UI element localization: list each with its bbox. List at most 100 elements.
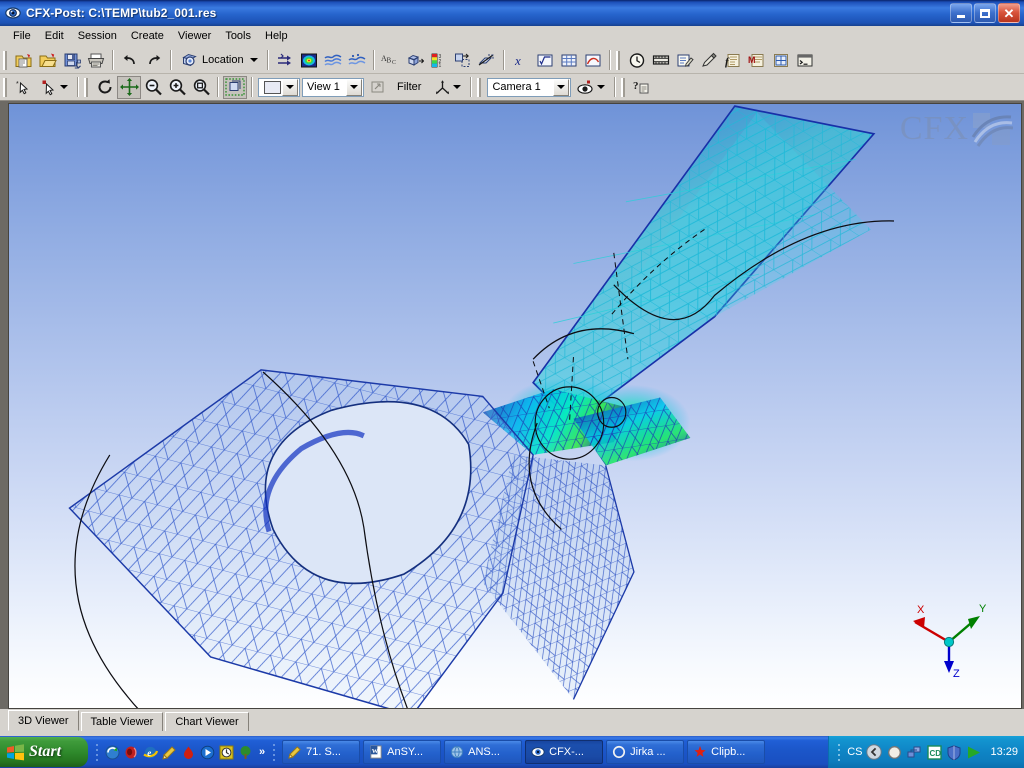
location-menu-button[interactable]: Location — [176, 49, 263, 72]
tab-chart-viewer[interactable]: Chart Viewer — [165, 712, 249, 731]
3d-viewport[interactable]: CFX X Y Z — [8, 103, 1022, 709]
chevron-down-icon[interactable] — [60, 85, 68, 89]
svg-text:1: 1 — [438, 63, 441, 69]
legend-button[interactable]: 3 2 1 — [427, 49, 451, 72]
tray-expand-button[interactable] — [866, 744, 883, 760]
refresh-globe-icon[interactable] — [104, 744, 120, 760]
viewer-toolbar-grip-2[interactable] — [84, 77, 90, 98]
maximize-button[interactable] — [974, 3, 996, 23]
menu-file[interactable]: File — [6, 28, 38, 44]
menu-help[interactable]: Help — [258, 28, 295, 44]
calculator-button[interactable] — [533, 49, 557, 72]
background-color-picker[interactable] — [258, 77, 300, 97]
chevron-down-icon[interactable] — [249, 58, 258, 62]
menu-tools[interactable]: Tools — [218, 28, 258, 44]
command-editor-button[interactable] — [793, 49, 817, 72]
rotate-button[interactable] — [93, 76, 117, 99]
fit-view-button[interactable] — [223, 75, 247, 99]
menu-viewer[interactable]: Viewer — [171, 28, 218, 44]
contour-button[interactable] — [297, 49, 321, 72]
tray-grip[interactable] — [836, 740, 843, 764]
macro-button[interactable]: M — [745, 49, 769, 72]
pick-mode-button[interactable] — [36, 76, 73, 99]
instance-transform-button[interactable] — [451, 49, 475, 72]
tasks-grip[interactable] — [271, 740, 278, 764]
view-select[interactable]: View 1 — [302, 77, 364, 97]
timestep-button[interactable] — [625, 49, 649, 72]
yellow-clock-icon[interactable] — [218, 744, 234, 760]
viewer-toolbar-grip-4[interactable] — [621, 77, 627, 98]
tray-language-indicator[interactable]: CS — [847, 746, 862, 758]
function-button[interactable]: f — [721, 49, 745, 72]
yellow-note-icon[interactable] — [161, 744, 177, 760]
abc-text-icon-button[interactable]: A B C — [379, 49, 403, 72]
quicklaunch-grip[interactable] — [94, 740, 101, 764]
probe-button[interactable] — [697, 49, 721, 72]
camera-select[interactable]: Camera 1 — [487, 77, 572, 97]
shield-icon[interactable] — [946, 744, 962, 760]
filter-button[interactable]: Filter — [389, 81, 429, 93]
internet-explorer-icon[interactable]: e — [142, 744, 158, 760]
task-button-71s[interactable]: 71. S... — [282, 740, 361, 764]
circle-outline-icon[interactable] — [886, 744, 902, 760]
tab-table-viewer[interactable]: Table Viewer — [80, 712, 164, 731]
task-button-ansys-word[interactable]: W AnSY... — [363, 740, 442, 764]
table-button[interactable] — [557, 49, 581, 72]
chevron-down-icon[interactable] — [553, 78, 570, 96]
blue-play-icon[interactable] — [199, 744, 215, 760]
green-play-icon[interactable] — [966, 744, 982, 760]
clip-plane-button[interactable] — [475, 49, 499, 72]
task-button-jirka[interactable]: Jirka ... — [606, 740, 685, 764]
pan-button[interactable] — [117, 75, 141, 99]
save-state-button[interactable] — [60, 49, 84, 72]
streamline-button[interactable] — [321, 49, 345, 72]
animation-button[interactable] — [649, 49, 673, 72]
viewer-toolbar-grip-3[interactable] — [477, 77, 483, 98]
network-icon[interactable] — [906, 744, 922, 760]
task-button-ansys[interactable]: ANS... — [444, 740, 523, 764]
tab-3d-viewer[interactable]: 3D Viewer — [8, 710, 79, 731]
minimize-button[interactable] — [950, 3, 972, 23]
green-tree-icon[interactable] — [237, 744, 253, 760]
zoom-box-button[interactable] — [189, 76, 213, 99]
zoom-in-button[interactable] — [165, 76, 189, 99]
vector-button[interactable] — [273, 49, 297, 72]
load-results-button[interactable] — [36, 49, 60, 72]
quicklaunch-overflow-button[interactable]: » — [256, 746, 268, 758]
print-button[interactable] — [84, 49, 108, 72]
menu-edit[interactable]: Edit — [38, 28, 71, 44]
coordinate-frame-button[interactable] — [403, 49, 427, 72]
chevron-down-icon[interactable] — [282, 78, 298, 96]
snapshot-button[interactable] — [365, 76, 389, 99]
select-tool-button[interactable]: * — [12, 76, 36, 99]
chevron-down-icon[interactable] — [597, 85, 606, 89]
taskbar-clock[interactable]: 13:29 — [986, 746, 1018, 758]
menu-session[interactable]: Session — [71, 28, 124, 44]
expression-button[interactable]: x — [509, 49, 533, 72]
toolbar-grip[interactable] — [3, 50, 9, 71]
toolbar-grip-2[interactable] — [615, 50, 622, 71]
close-button[interactable]: ✕ — [998, 3, 1020, 23]
redo-button[interactable] — [142, 49, 166, 72]
start-button[interactable]: Start — [0, 737, 88, 767]
red-speaker-icon[interactable] — [123, 744, 139, 760]
axis-triad-button[interactable] — [429, 76, 466, 99]
particle-track-button[interactable] — [345, 49, 369, 72]
red-drop-icon[interactable] — [180, 744, 196, 760]
context-help-button[interactable]: ? — [630, 76, 654, 99]
task-button-clipboard[interactable]: Clipb... — [687, 740, 766, 764]
report-button[interactable] — [673, 49, 697, 72]
visibility-button[interactable] — [572, 76, 610, 99]
export-button[interactable] — [769, 49, 793, 72]
menu-create[interactable]: Create — [124, 28, 171, 44]
chevron-down-icon[interactable] — [346, 78, 362, 96]
cd-green-icon[interactable]: CD — [926, 744, 942, 760]
zoom-out-button[interactable] — [141, 76, 165, 99]
chart-button[interactable] — [581, 49, 605, 72]
viewer-toolbar-grip[interactable] — [3, 77, 9, 98]
chevron-down-icon[interactable] — [453, 85, 462, 89]
svg-text:*: * — [16, 81, 19, 88]
undo-button[interactable] — [118, 49, 142, 72]
task-button-cfx-post[interactable]: CFX-... — [525, 740, 604, 764]
new-case-button[interactable] — [12, 49, 36, 72]
